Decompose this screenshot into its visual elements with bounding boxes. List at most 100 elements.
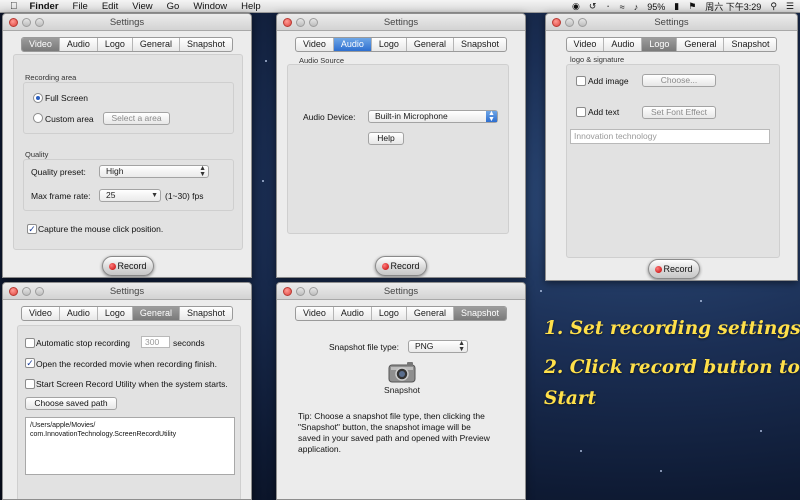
minimize-icon[interactable] [22,18,31,27]
tab-general[interactable]: General [676,38,723,51]
window-titlebar[interactable]: Settings [277,283,525,300]
menu-view[interactable]: View [132,1,152,12]
custom-area-radio[interactable] [33,113,43,123]
help-button[interactable]: Help [368,132,404,145]
notification-center-icon[interactable]: ☰ [786,1,794,12]
zoom-icon[interactable] [309,18,318,27]
logo-text-input[interactable]: Innovation technology [570,129,770,144]
window-title: Settings [654,17,689,28]
snapshot-button-label: Snapshot [384,385,420,395]
tab-logo[interactable]: Logo [370,307,406,320]
max-frame-rate-combo[interactable]: 25 ▼ [99,189,161,202]
settings-window-snapshot: Settings Video Audio Logo General Snapsh… [276,282,526,500]
file-type-select[interactable]: PNG ▲ ▼ [408,340,468,353]
tab-video[interactable]: Video [296,307,333,320]
tab-bar: Video Audio Logo General Snapshot [565,37,778,52]
menu-edit[interactable]: Edit [102,1,118,12]
menu-file[interactable]: File [73,1,88,12]
zoom-icon[interactable] [35,18,44,27]
promo-line-1: 1. Set recording settings [544,318,800,339]
close-icon[interactable] [552,18,561,27]
tip-line: "Snapshot" button, the snapshot image wi… [298,422,471,432]
window-titlebar[interactable]: Settings [3,14,251,31]
apple-menu-icon[interactable]:  [10,1,18,12]
auto-stop-checkbox[interactable] [25,338,35,348]
battery-percent[interactable]: 95% [647,2,665,12]
minimize-icon[interactable] [296,287,305,296]
tab-general[interactable]: General [405,307,453,320]
tab-snapshot[interactable]: Snapshot [452,307,506,320]
snapshot-button[interactable]: Snapshot [378,361,426,401]
wifi-icon[interactable]: ≈ [620,2,625,12]
tab-general[interactable]: General [131,307,179,320]
tab-audio[interactable]: Audio [58,307,97,320]
saved-path-display[interactable]: /Users/apple/Movies/ com.InnovationTechn… [25,417,235,475]
tab-video[interactable]: Video [567,38,604,51]
spotlight-search-icon[interactable]: ⚲ [770,1,777,12]
set-font-effect-button[interactable]: Set Font Effect [642,106,716,119]
tab-bar: Video Audio Logo General Snapshot [21,37,233,52]
window-titlebar[interactable]: Settings [3,283,251,300]
window-titlebar[interactable]: Settings [546,14,797,31]
chevron-down-icon[interactable]: ▼ [151,190,158,201]
open-movie-checkbox[interactable]: ✓ [25,358,35,368]
audio-device-label: Audio Device: [303,112,356,122]
tab-logo[interactable]: Logo [370,38,406,51]
record-button[interactable]: Record [375,256,427,276]
window-titlebar[interactable]: Settings [277,14,525,31]
bluetooth-icon[interactable]: ᛫ [605,2,610,12]
tab-general[interactable]: General [405,38,453,51]
flag-icon[interactable]: ⚑ [688,1,696,12]
tab-video[interactable]: Video [22,307,59,320]
choose-saved-path-button[interactable]: Choose saved path [25,397,117,410]
select-area-button[interactable]: Select a area [103,112,170,125]
menu-finder[interactable]: Finder [30,1,59,12]
tab-audio[interactable]: Audio [58,38,97,51]
quality-preset-select[interactable]: High ▲ ▼ [99,165,209,178]
close-icon[interactable] [283,287,292,296]
recording-app-icon[interactable]: ◉ [572,1,580,12]
record-button[interactable]: Record [648,259,700,279]
full-screen-radio[interactable] [33,93,43,103]
capture-click-checkbox[interactable]: ✓ [27,224,37,234]
close-icon[interactable] [283,18,292,27]
minimize-icon[interactable] [296,18,305,27]
menu-help[interactable]: Help [241,1,261,12]
tab-audio[interactable]: Audio [332,38,371,51]
tab-logo[interactable]: Logo [96,307,132,320]
tab-snapshot[interactable]: Snapshot [178,38,232,51]
zoom-icon[interactable] [35,287,44,296]
zoom-icon[interactable] [309,287,318,296]
minimize-icon[interactable] [565,18,574,27]
add-text-checkbox[interactable] [576,107,586,117]
menu-go[interactable]: Go [167,1,180,12]
close-icon[interactable] [9,18,18,27]
minimize-icon[interactable] [22,287,31,296]
close-icon[interactable] [9,287,18,296]
tab-general[interactable]: General [131,38,179,51]
tab-audio[interactable]: Audio [332,307,371,320]
select-arrows-icon: ▲ ▼ [199,165,206,178]
record-button[interactable]: Record [102,256,154,276]
volume-icon[interactable]: ♪ [634,2,639,12]
window-controls [283,287,318,296]
zoom-icon[interactable] [578,18,587,27]
clock[interactable]: 周六 下午3:29 [705,0,761,13]
tab-snapshot[interactable]: Snapshot [178,307,232,320]
tab-video[interactable]: Video [22,38,59,51]
window-title: Settings [383,17,419,28]
tab-logo[interactable]: Logo [641,38,677,51]
add-image-checkbox[interactable] [576,76,586,86]
tab-snapshot[interactable]: Snapshot [723,38,776,51]
choose-image-button[interactable]: Choose... [642,74,716,87]
start-utility-checkbox[interactable] [25,379,35,389]
menu-window[interactable]: Window [193,1,227,12]
tab-logo[interactable]: Logo [96,38,132,51]
select-arrows-icon: ▲ ▼ [486,110,497,123]
tab-video[interactable]: Video [296,38,333,51]
time-machine-icon[interactable]: ↺ [589,1,597,12]
audio-device-select[interactable]: Built-in Microphone ▲ ▼ [368,110,498,123]
tab-audio[interactable]: Audio [603,38,641,51]
tab-snapshot[interactable]: Snapshot [452,38,506,51]
auto-stop-seconds-input[interactable]: 300 [141,336,170,348]
